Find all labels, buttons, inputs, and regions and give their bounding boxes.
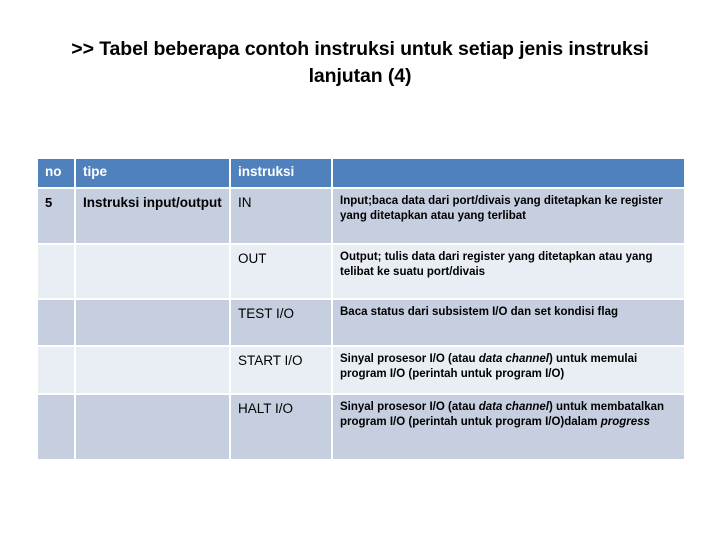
column-header-tipe: tipe [74,157,231,189]
instruction-table: no tipe instruksi 5 Instruksi input/outp… [36,157,686,461]
cell-instruksi: START I/O [229,345,333,395]
cell-instruksi: IN [229,187,333,245]
cell-no [36,393,76,461]
cell-keterangan: Baca status dari subsistem I/O dan set k… [331,298,686,347]
cell-tipe [74,298,231,347]
page-title: >> Tabel beberapa contoh instruksi untuk… [71,38,649,87]
table-row: OUT Output; tulis data dari register yan… [36,243,686,300]
cell-instruksi: TEST I/O [229,298,333,347]
cell-tipe [74,243,231,300]
table-header-row: no tipe instruksi [36,157,686,189]
column-header-keterangan [331,157,686,189]
table-body: 5 Instruksi input/output IN Input;baca d… [36,187,686,461]
table-row: TEST I/O Baca status dari subsistem I/O … [36,298,686,347]
cell-keterangan: Sinyal prosesor I/O (atau data channel) … [331,393,686,461]
column-header-instruksi: instruksi [229,157,333,189]
cell-instruksi: HALT I/O [229,393,333,461]
cell-keterangan: Input;baca data dari port/divais yang di… [331,187,686,245]
cell-no [36,298,76,347]
cell-no [36,243,76,300]
table-header: no tipe instruksi [36,157,686,189]
cell-tipe [74,345,231,395]
table-row: START I/O Sinyal prosesor I/O (atau data… [36,345,686,395]
column-header-no: no [36,157,76,189]
table-row: 5 Instruksi input/output IN Input;baca d… [36,187,686,245]
cell-no [36,345,76,395]
instruction-table-container: no tipe instruksi 5 Instruksi input/outp… [36,157,686,461]
cell-no: 5 [36,187,76,245]
cell-instruksi: OUT [229,243,333,300]
cell-tipe [74,393,231,461]
cell-keterangan: Sinyal prosesor I/O (atau data channel) … [331,345,686,395]
slide-root: >> Tabel beberapa contoh instruksi untuk… [0,0,720,540]
cell-tipe: Instruksi input/output [74,187,231,245]
table-row: HALT I/O Sinyal prosesor I/O (atau data … [36,393,686,461]
cell-keterangan: Output; tulis data dari register yang di… [331,243,686,300]
